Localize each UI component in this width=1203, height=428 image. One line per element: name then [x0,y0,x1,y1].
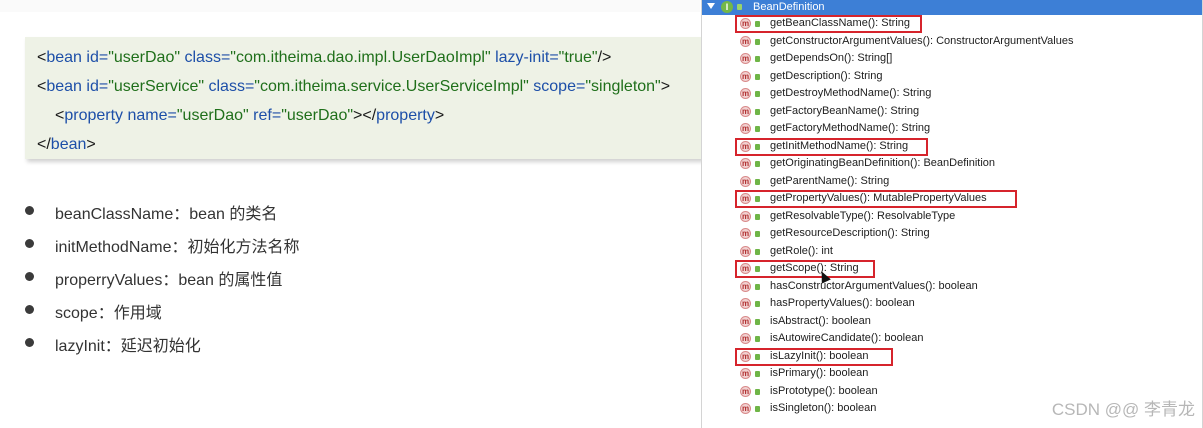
method-item[interactable]: m getFactoryBeanName(): String [740,104,1200,121]
public-lock-icon [755,178,760,185]
method-item[interactable]: m getRole(): int [740,244,1200,261]
method-signature: hasConstructorArgumentValues(): boolean [770,279,978,292]
public-lock-icon [755,406,760,412]
method-signature: isSingleton(): boolean [770,402,877,414]
bullet-dot-icon [25,338,34,347]
code-line-4: </bean> [37,136,96,153]
public-lock-icon [755,213,760,220]
highlight-box [735,137,928,156]
method-signature: getRole(): int [770,244,833,257]
method-signature: isAutowireCandidate(): boolean [770,332,924,344]
method-icon: m [740,35,751,47]
expand-arrow-icon[interactable] [707,3,715,9]
code-line-2: <bean id="userService" class="com.itheim… [37,78,671,95]
public-lock-icon [755,73,760,80]
method-item[interactable]: m getOriginatingBeanDefinition(): BeanDef… [740,156,1200,173]
method-item[interactable]: m getParentName(): String [740,174,1200,191]
tree-node-title: BeanDefinition [753,1,825,13]
method-item[interactable]: m getResourceDescription(): String [740,226,1200,243]
public-lock-icon [755,336,760,342]
bullet-dot-icon [25,239,34,248]
xml-code-block: <bean id="userDao" class="com.itheima.da… [25,37,715,159]
method-signature: getConstructorArgumentValues(): Construc… [770,34,1074,47]
method-item[interactable]: m getDescription(): String [740,69,1200,86]
watermark: CSDN @@ 李青龙 [1051,400,1195,419]
method-icon: m [740,53,751,64]
highlight-box [735,347,893,366]
code-line-3: <property name="userDao" ref="userDao"><… [55,107,445,124]
method-item[interactable]: m getResolvableType(): ResolvableType [740,209,1200,226]
code-line-1: <bean id="userDao" class="com.itheima.da… [37,49,612,66]
public-lock-icon [755,248,760,255]
structure-panel: I BeanDefinition m getBeanClassName(): St… [701,0,1203,428]
public-lock-icon [755,108,760,115]
highlight-box [735,15,922,33]
method-signature: isPrimary(): boolean [770,367,869,379]
method-icon: m [740,280,751,292]
public-lock-icon [755,301,760,307]
method-item[interactable]: m getDependsOn(): String[] [740,51,1200,68]
method-icon: m [740,70,751,82]
method-icon: m [740,105,751,117]
highlight-box [735,260,875,278]
public-lock-icon [755,91,760,97]
method-signature: getDescription(): String [770,69,883,82]
method-signature: getDependsOn(): String[] [770,52,893,64]
method-signature: getParentName(): String [770,174,890,187]
public-lock-icon [755,388,760,395]
public-lock-icon [755,283,760,290]
public-lock-icon [755,38,760,45]
method-icon: m [740,210,751,222]
method-icon: m [740,298,751,309]
bullet-dot-icon [25,272,34,281]
method-icon: m [740,403,751,414]
method-icon: m [740,333,751,344]
method-signature: getFactoryBeanName(): String [770,104,920,117]
method-icon: m [740,368,751,379]
method-item[interactable]: m getFactoryMethodName(): String [740,121,1200,138]
method-signature: getFactoryMethodName(): String [770,122,931,134]
interface-icon: I [721,1,733,13]
method-icon: m [740,123,751,134]
method-icon: m [740,228,751,239]
method-item[interactable]: m getConstructorArgumentValues(): Constru… [740,34,1200,51]
method-icon: m [740,158,751,169]
highlight-box [735,190,1017,208]
public-lock-icon [755,318,760,325]
method-item[interactable]: m isPrimary(): boolean [740,366,1200,383]
method-item[interactable]: m hasPropertyValues(): boolean [740,296,1200,313]
public-lock-icon [755,126,760,132]
method-icon: m [740,385,751,397]
public-lock-icon [755,231,760,237]
bullet-dot-icon [25,305,34,314]
method-signature: isPrototype(): boolean [770,384,878,397]
method-item[interactable]: m hasConstructorArgumentValues(): boolean [740,279,1200,296]
tree-node-beandefinition[interactable]: I BeanDefinition [702,0,1202,15]
method-signature: getResolvableType(): ResolvableType [770,209,956,222]
public-lock-icon [755,371,760,377]
public-lock-icon [755,56,760,62]
method-icon: m [740,175,751,187]
public-lock-icon [737,4,742,10]
method-icon: m [740,315,751,327]
method-signature: getDestroyMethodName(): String [770,87,932,99]
method-item[interactable]: m isAutowireCandidate(): boolean [740,331,1200,348]
method-icon: m [740,88,751,99]
slide-title-strip [0,0,700,12]
method-signature: getResourceDescription(): String [770,227,930,239]
method-signature: isAbstract(): boolean [770,314,871,327]
method-item[interactable]: m isAbstract(): boolean [740,314,1200,331]
bullet-dot-icon [25,206,34,215]
method-signature: getOriginatingBeanDefinition(): BeanDefi… [770,157,996,169]
public-lock-icon [755,161,760,167]
method-icon: m [740,245,751,257]
method-signature: hasPropertyValues(): boolean [770,297,915,309]
method-item[interactable]: m getDestroyMethodName(): String [740,86,1200,103]
